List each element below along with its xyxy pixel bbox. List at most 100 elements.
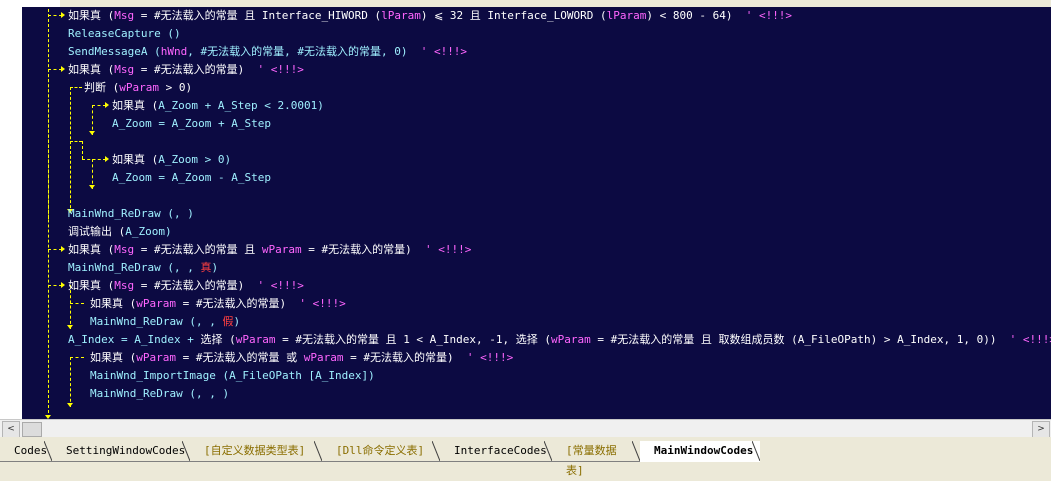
code-token: A_Zoom > 0) xyxy=(158,153,232,166)
code-token: wParam xyxy=(136,351,176,364)
tab-separator xyxy=(752,441,760,461)
code-line[interactable]: MainWnd_ReDraw (, ) xyxy=(68,205,194,223)
code-token: ' <!!!> xyxy=(244,279,304,292)
code-token: ' <!!!> xyxy=(286,297,346,310)
code-token: = #无法载入的常量) xyxy=(343,351,454,364)
tab-separator xyxy=(432,441,440,461)
code-token: wParam xyxy=(261,243,302,256)
code-token: 如果真 ( xyxy=(90,351,137,364)
scroll-right-button[interactable]: > xyxy=(1032,421,1050,438)
code-token: MainWnd_ReDraw (, , ) xyxy=(90,387,230,400)
code-token: = #无法载入的常量 或 xyxy=(176,351,304,364)
code-token: MainWnd_ReDraw (, , xyxy=(68,261,201,274)
code-token: = #无法载入的常量 且 取数组成员数 (A_FileOPath) > A_In… xyxy=(590,333,997,346)
code-token: 如果真 ( xyxy=(68,63,115,76)
code-token: ' <!!!> xyxy=(732,9,793,22)
code-line[interactable]: 如果真 (Msg = #无法载入的常量 且 wParam = #无法载入的常量)… xyxy=(68,241,471,259)
code-line[interactable]: 如果真 (wParam = #无法载入的常量) ' <!!!> xyxy=(90,295,346,313)
code-token: ) xyxy=(233,315,241,328)
code-token: 如果真 ( xyxy=(68,279,115,292)
code-token: 如果真 ( xyxy=(90,297,137,310)
file-tab-bar: Codes SettingWindowCodes [自定义数据类型表] [Dll命令定… xyxy=(0,437,1051,477)
code-token: A_Zoom = A_Zoom + A_Step xyxy=(112,117,271,130)
code-line[interactable]: MainWnd_ReDraw (, , 真) xyxy=(68,259,218,277)
code-token: SendMessageA ( xyxy=(68,45,161,58)
code-line[interactable]: ReleaseCapture () xyxy=(68,25,181,43)
code-token: A_Zoom + A_Step < 2.0001) xyxy=(158,99,324,112)
tab-6[interactable]: MainWindowCodes xyxy=(640,441,760,462)
code-line[interactable]: 如果真 (A_Zoom + A_Step < 2.0001) xyxy=(112,97,324,115)
code-token: wParam xyxy=(235,333,276,346)
tab-5[interactable]: [常量数据表] xyxy=(552,441,640,477)
code-token: 调试输出 ( xyxy=(68,225,126,238)
code-token: A_Index = A_Index + xyxy=(68,333,201,346)
code-line[interactable]: 如果真 (Msg = #无法载入的常量) ' <!!!> xyxy=(68,277,304,295)
code-token: A_Zoom) xyxy=(125,225,172,238)
code-token: MainWnd_ImportImage (A_FileOPath [A_Inde… xyxy=(90,369,375,382)
code-token: hWnd xyxy=(160,45,188,58)
scroll-thumb[interactable] xyxy=(22,422,42,437)
code-token: 如果真 ( xyxy=(68,9,115,22)
code-token: MainWnd_ReDraw (, , xyxy=(90,315,223,328)
code-token: 假 xyxy=(222,315,234,328)
code-token: = #无法载入的常量 且 1 < A_Index, -1, 选择 ( xyxy=(275,333,552,346)
tab-2[interactable]: [自定义数据类型表] xyxy=(190,441,322,462)
line-gutter[interactable]: ▸▸ + xyxy=(0,7,44,419)
code-token: ) < 800 - 64) xyxy=(646,9,733,22)
code-line[interactable]: SendMessageA (hWnd, #无法载入的常量, #无法载入的常量, … xyxy=(68,43,467,61)
code-line[interactable]: 如果真 (wParam = #无法载入的常量 或 wParam = #无法载入的… xyxy=(90,349,513,367)
code-token: ' <!!!> xyxy=(411,243,472,256)
tab-3[interactable]: [Dll命令定义表] xyxy=(322,441,440,462)
tab-separator xyxy=(182,441,190,461)
horizontal-scrollbar[interactable]: < > xyxy=(0,419,1051,438)
code-token: Msg xyxy=(114,9,135,22)
tab-separator xyxy=(544,441,552,461)
code-token: ' <!!!> xyxy=(453,351,514,364)
code-line[interactable]: 调试输出 (A_Zoom) xyxy=(68,223,172,241)
code-line[interactable]: A_Zoom = A_Zoom - A_Step xyxy=(112,169,271,187)
code-token: ) xyxy=(211,261,219,274)
code-token: 选择 ( xyxy=(200,333,236,346)
code-token: 真 xyxy=(200,261,212,274)
code-token: wParam xyxy=(303,351,344,364)
code-line[interactable]: 判断 (wParam > 0) xyxy=(84,79,192,97)
code-token: wParam xyxy=(551,333,591,346)
tab-4[interactable]: InterfaceCodes xyxy=(440,441,552,462)
code-editor[interactable]: 如果真 (Msg = #无法载入的常量 且 Interface_HIWORD (… xyxy=(22,7,1051,419)
code-token: 如果真 ( xyxy=(68,243,115,256)
code-token: 判断 ( xyxy=(84,81,120,94)
code-line[interactable]: MainWnd_ReDraw (, , ) xyxy=(90,385,229,403)
tab-separator xyxy=(632,441,640,461)
code-line[interactable]: A_Zoom = A_Zoom + A_Step xyxy=(112,115,271,133)
code-token: MainWnd_ReDraw (, ) xyxy=(68,207,194,220)
code-line[interactable]: 如果真 (Msg = #无法载入的常量 且 Interface_HIWORD (… xyxy=(68,7,792,25)
code-token: = #无法载入的常量 且 Interface_HIWORD ( xyxy=(134,9,382,22)
code-token: = #无法载入的常量) xyxy=(134,63,245,76)
code-line[interactable]: 如果真 (Msg = #无法载入的常量) ' <!!!> xyxy=(68,61,304,79)
code-token: = #无法载入的常量 且 xyxy=(134,243,262,256)
code-line[interactable]: MainWnd_ImportImage (A_FileOPath [A_Inde… xyxy=(90,367,375,385)
code-token: = #无法载入的常量) xyxy=(134,279,245,292)
code-token: wParam xyxy=(136,297,176,310)
code-token: , #无法载入的常量, #无法载入的常量, 0) xyxy=(187,45,408,58)
code-token: = #无法载入的常量) xyxy=(301,243,412,256)
tab-separator xyxy=(44,441,52,461)
code-token: ' <!!!> xyxy=(407,45,468,58)
code-line[interactable]: 如果真 (A_Zoom > 0) xyxy=(112,151,231,169)
code-token: Msg xyxy=(114,279,135,292)
code-token: 如果真 ( xyxy=(112,153,159,166)
code-token: lParam xyxy=(606,9,647,22)
scroll-left-button[interactable]: < xyxy=(2,421,20,438)
code-token: ) ⩽ 32 且 Interface_LOWORD ( xyxy=(420,9,607,22)
code-line[interactable]: A_Index = A_Index + 选择 (wParam = #无法载入的常… xyxy=(68,331,1051,349)
code-token: ' <!!!> xyxy=(244,63,304,76)
code-token: Msg xyxy=(114,243,135,256)
tab-1[interactable]: SettingWindowCodes xyxy=(52,441,190,462)
code-token: > 0) xyxy=(159,81,193,94)
code-token: ' <!!!> xyxy=(996,333,1051,346)
code-token: = #无法载入的常量) xyxy=(176,297,287,310)
code-token: wParam xyxy=(119,81,159,94)
code-token: 如果真 ( xyxy=(112,99,159,112)
code-line[interactable]: MainWnd_ReDraw (, , 假) xyxy=(90,313,240,331)
code-token: A_Zoom = A_Zoom - A_Step xyxy=(112,171,271,184)
